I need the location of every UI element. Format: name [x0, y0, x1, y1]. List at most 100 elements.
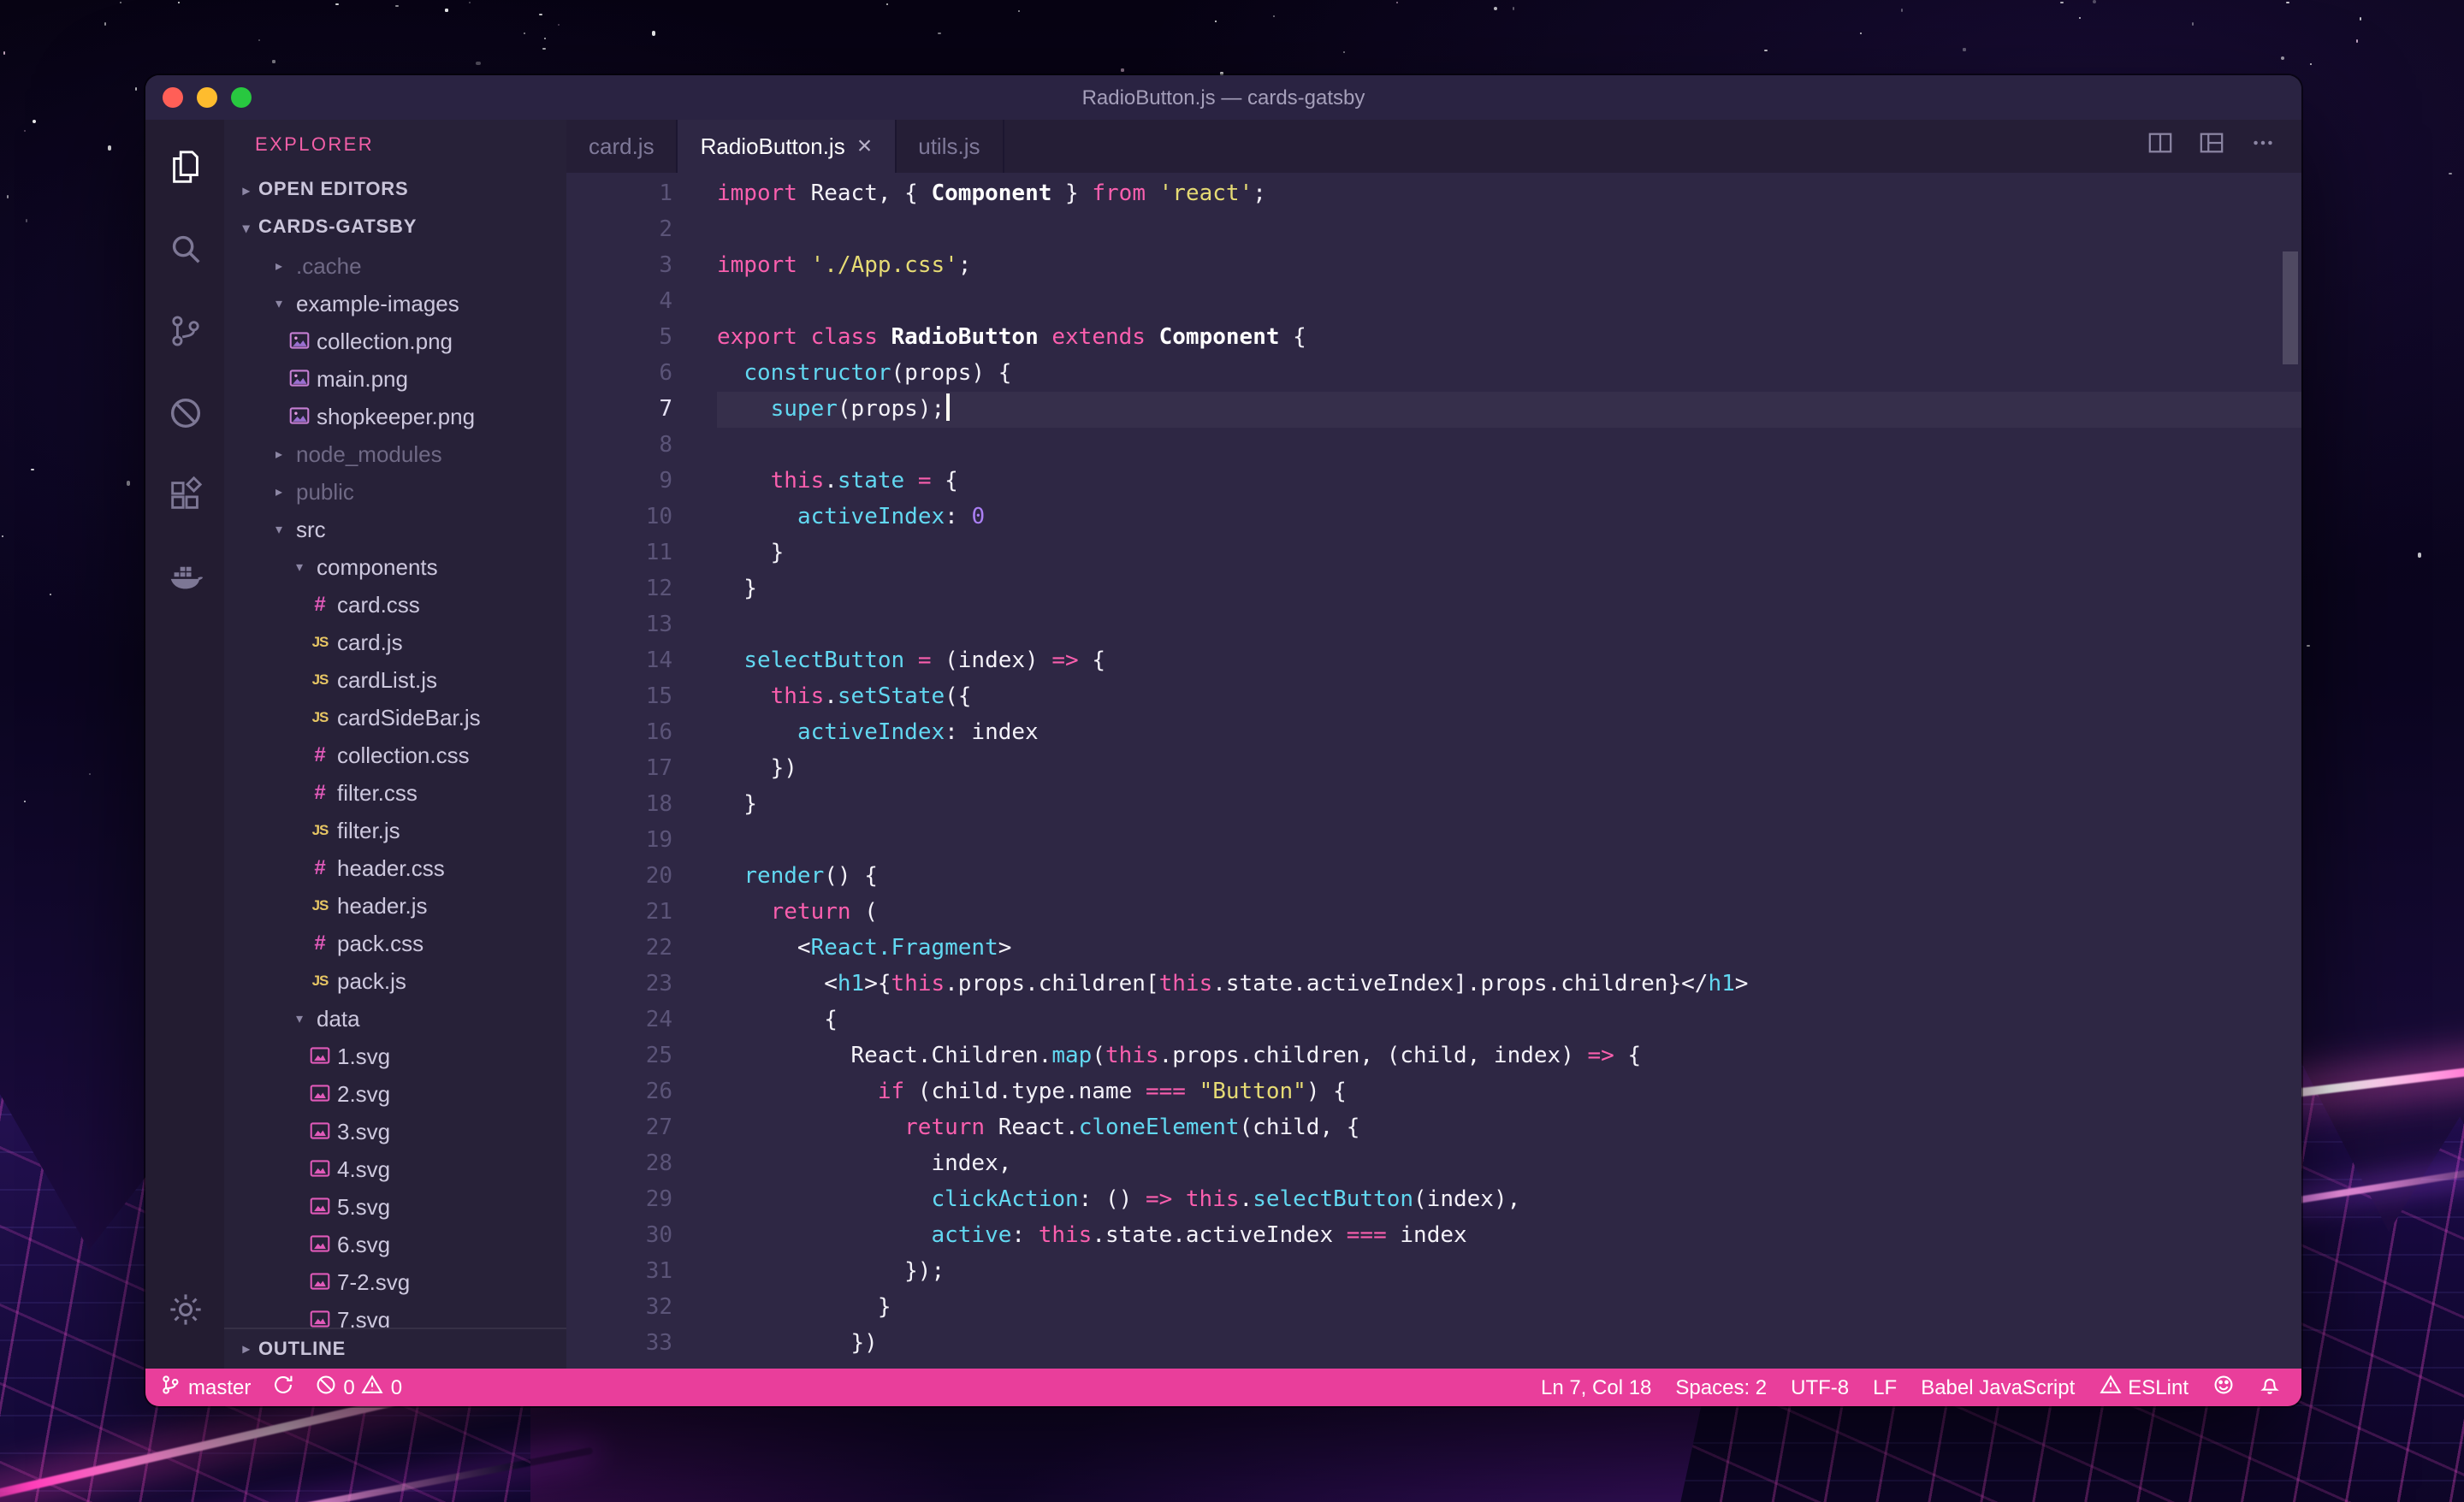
editor-layout-icon[interactable] [2199, 129, 2224, 163]
activity-settings[interactable] [145, 1273, 224, 1355]
code-line[interactable]: if (child.type.name === "Button") { [717, 1074, 2301, 1110]
activity-bar [145, 120, 224, 1369]
tree-item-node_modules[interactable]: ▸node_modules [224, 435, 566, 472]
tree-item-collection.png[interactable]: collection.png [224, 322, 566, 359]
notifications-bell[interactable] [2259, 1374, 2281, 1401]
tree-item-3.svg[interactable]: 3.svg [224, 1112, 566, 1150]
tree-item-main.png[interactable]: main.png [224, 359, 566, 397]
tab-RadioButton.js[interactable]: RadioButton.js× [678, 120, 897, 173]
code-line[interactable]: }) [717, 751, 2301, 787]
tree-item-7-2.svg[interactable]: 7-2.svg [224, 1263, 566, 1300]
tree-item-card.js[interactable]: JScard.js [224, 623, 566, 660]
code-line[interactable]: super(props); [717, 392, 2301, 428]
code-line[interactable]: active: this.state.activeIndex === index [717, 1218, 2301, 1254]
close-window-button[interactable] [163, 87, 183, 108]
code-line[interactable]: { [717, 1002, 2301, 1038]
code-line[interactable] [717, 284, 2301, 320]
tree-item-components[interactable]: ▾components [224, 547, 566, 585]
code-line[interactable]: activeIndex: 0 [717, 500, 2301, 535]
activity-source-control[interactable] [145, 294, 224, 376]
tree-item-7.svg[interactable]: 7.svg [224, 1300, 566, 1328]
code-line[interactable]: this.setState({ [717, 679, 2301, 715]
code-line[interactable]: activeIndex: index [717, 715, 2301, 751]
code-line[interactable]: index, [717, 1146, 2301, 1182]
tree-item-cardList.js[interactable]: JScardList.js [224, 660, 566, 698]
open-editors-section[interactable]: ▸ OPEN EDITORS [224, 171, 566, 209]
code-line[interactable]: render() { [717, 859, 2301, 895]
branch-indicator[interactable]: master [159, 1374, 251, 1401]
scrollbar-thumb[interactable] [2283, 251, 2298, 364]
tree-item-5.svg[interactable]: 5.svg [224, 1187, 566, 1225]
code-line[interactable]: selectButton = (index) => { [717, 643, 2301, 679]
activity-search[interactable] [145, 212, 224, 294]
code-line[interactable] [717, 823, 2301, 859]
eol-setting[interactable]: LF [1873, 1375, 1897, 1399]
tree-item-collection.css[interactable]: #collection.css [224, 736, 566, 773]
code-line[interactable]: <h1>{this.props.children[this.state.acti… [717, 967, 2301, 1002]
encoding-setting[interactable]: UTF-8 [1791, 1375, 1849, 1399]
code-line[interactable]: }); [717, 1254, 2301, 1290]
tree-item-shopkeeper.png[interactable]: shopkeeper.png [224, 397, 566, 435]
sync-button[interactable] [271, 1374, 293, 1401]
minimize-window-button[interactable] [197, 87, 217, 108]
tree-item-filter.js[interactable]: JSfilter.js [224, 811, 566, 849]
cursor-position[interactable]: Ln 7, Col 18 [1541, 1375, 1651, 1399]
code-line[interactable]: } [717, 571, 2301, 607]
tree-item-public[interactable]: ▸public [224, 472, 566, 510]
tree-item-2.svg[interactable]: 2.svg [224, 1074, 566, 1112]
code-line[interactable]: React.Children.map(this.props.children, … [717, 1038, 2301, 1074]
code-line[interactable]: <React.Fragment> [717, 931, 2301, 967]
tree-item-filter.css[interactable]: #filter.css [224, 773, 566, 811]
tree-item-example-images[interactable]: ▾example-images [224, 284, 566, 322]
zoom-window-button[interactable] [231, 87, 252, 108]
feedback-smiley[interactable] [2212, 1374, 2235, 1401]
code-line[interactable] [717, 212, 2301, 248]
code-editor[interactable]: 1234567891011121314151617181920212223242… [566, 173, 2301, 1369]
eslint-status[interactable]: ESLint [2099, 1374, 2189, 1401]
tree-item-label: collection.png [317, 328, 453, 353]
activity-extensions[interactable] [145, 458, 224, 541]
tree-item-data[interactable]: ▾data [224, 999, 566, 1037]
activity-explorer[interactable] [145, 130, 224, 212]
activity-debug[interactable] [145, 376, 224, 458]
more-actions-icon[interactable] [2250, 129, 2276, 163]
code-line[interactable]: import React, { Component } from 'react'… [717, 176, 2301, 212]
activity-docker[interactable] [145, 541, 224, 623]
code-line[interactable]: return ( [717, 895, 2301, 931]
code-line[interactable]: } [717, 787, 2301, 823]
code-line[interactable]: clickAction: () => this.selectButton(ind… [717, 1182, 2301, 1218]
split-editor-icon[interactable] [2147, 129, 2173, 163]
code-line[interactable]: } [717, 1290, 2301, 1326]
tree-item-src[interactable]: ▾src [224, 510, 566, 547]
close-tab-icon[interactable]: × [857, 133, 873, 159]
tree-item-cardSideBar.js[interactable]: JScardSideBar.js [224, 698, 566, 736]
title-bar[interactable]: RadioButton.js — cards-gatsby [145, 75, 2301, 120]
open-editors-label: OPEN EDITORS [258, 180, 408, 200]
tree-item-4.svg[interactable]: 4.svg [224, 1150, 566, 1187]
tab-utils.js[interactable]: utils.js [896, 120, 1004, 173]
tree-item-pack.js[interactable]: JSpack.js [224, 961, 566, 999]
indentation-setting[interactable]: Spaces: 2 [1675, 1375, 1767, 1399]
problems-indicator[interactable]: 0 0 [314, 1374, 402, 1401]
tree-item-header.js[interactable]: JSheader.js [224, 886, 566, 924]
code-line[interactable]: constructor(props) { [717, 356, 2301, 392]
code-line[interactable]: } [717, 535, 2301, 571]
tab-card.js[interactable]: card.js [566, 120, 678, 173]
language-mode[interactable]: Babel JavaScript [1921, 1375, 2075, 1399]
outline-section[interactable]: ▸ OUTLINE [224, 1328, 566, 1369]
tree-item-1.svg[interactable]: 1.svg [224, 1037, 566, 1074]
code-line[interactable]: }) [717, 1326, 2301, 1362]
tree-item-card.css[interactable]: #card.css [224, 585, 566, 623]
code-line[interactable] [717, 428, 2301, 464]
code-line[interactable]: this.state = { [717, 464, 2301, 500]
code-line[interactable]: export class RadioButton extends Compone… [717, 320, 2301, 356]
code-line[interactable] [717, 607, 2301, 643]
project-section[interactable]: ▾ CARDS-GATSBY [224, 209, 566, 246]
tree-item-6.svg[interactable]: 6.svg [224, 1225, 566, 1263]
error-count: 0 [343, 1375, 354, 1399]
tree-item-pack.css[interactable]: #pack.css [224, 924, 566, 961]
tree-item-.cache[interactable]: ▸.cache [224, 246, 566, 284]
code-line[interactable]: import './App.css'; [717, 248, 2301, 284]
code-line[interactable]: return React.cloneElement(child, { [717, 1110, 2301, 1146]
tree-item-header.css[interactable]: #header.css [224, 849, 566, 886]
